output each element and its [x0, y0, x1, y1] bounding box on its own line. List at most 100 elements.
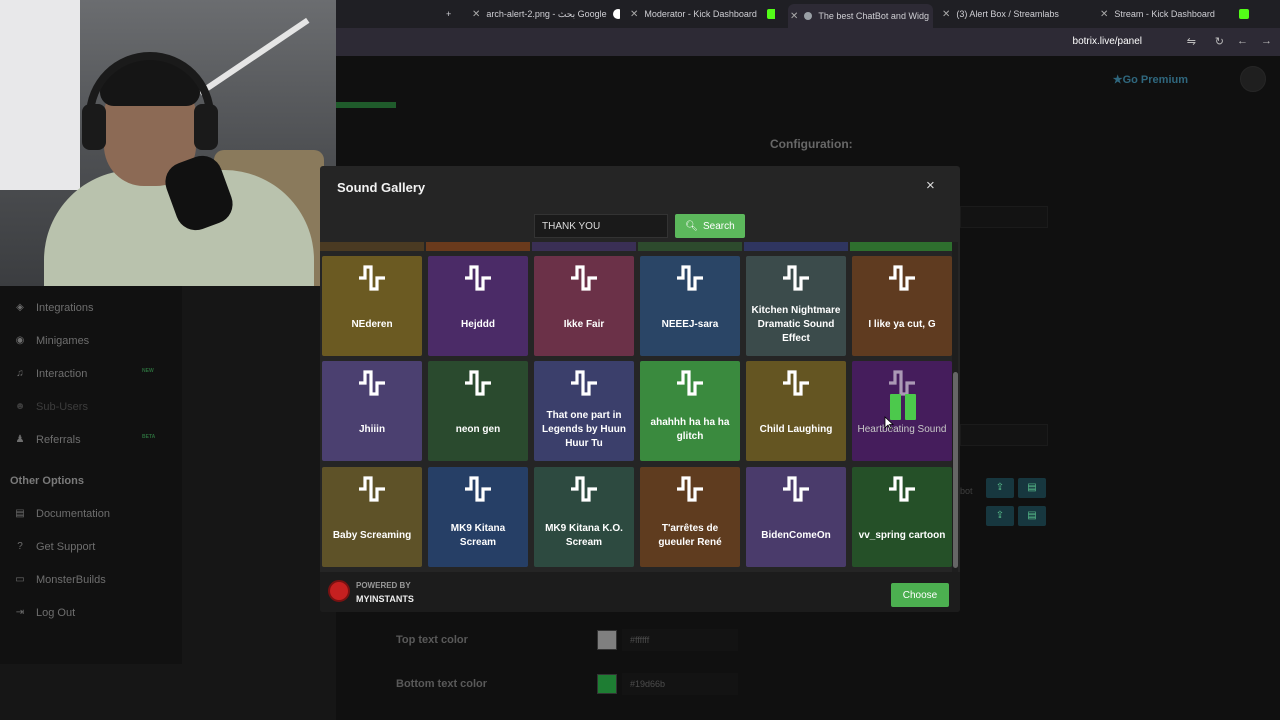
waveform-icon [569, 369, 599, 397]
users-icon: ☻ [14, 401, 26, 412]
sound-name: ahahhh ha ha ha glitch [650, 417, 730, 442]
new-tab-button[interactable]: + [446, 4, 451, 24]
close-tab-icon[interactable]: ✕ [790, 11, 798, 22]
close-tab-icon[interactable]: ✕ [630, 9, 638, 20]
waveform-icon [675, 264, 705, 292]
sound-tile[interactable]: NEEEJ-sara [640, 256, 740, 356]
modal-title: Sound Gallery [337, 180, 426, 195]
user-group-icon: ♟ [15, 434, 25, 445]
sound-tile[interactable]: T'arrêtes de gueuler René [640, 467, 740, 567]
powered-by-label: POWERED BY [356, 581, 411, 590]
layers-icon: ◈ [16, 302, 24, 313]
close-tab-icon[interactable]: ✕ [472, 9, 480, 20]
sound-tile[interactable]: Jhiiin [322, 361, 422, 461]
sound-tile[interactable]: That one part in Legends by Huun Huur Tu [534, 361, 634, 461]
sound-tile[interactable]: Baby Screaming [322, 467, 422, 567]
sidebar-item-referrals[interactable]: ♟ Referrals [14, 434, 81, 446]
waveform-icon [675, 369, 705, 397]
sound-tile-partial[interactable] [320, 242, 424, 251]
sidebar-item-documentation[interactable]: ▤ Documentation [14, 508, 110, 520]
sound-tile[interactable]: neon gen [428, 361, 528, 461]
other-options-heading: Other Options [10, 475, 84, 487]
sound-tile[interactable]: Kitchen Nightmare Dramatic Sound Effect [746, 256, 846, 356]
sound-name: Baby Screaming [332, 530, 412, 541]
new-badge: NEW [142, 368, 154, 374]
waveform-icon [781, 264, 811, 292]
sound-tile[interactable]: BidenComeOn [746, 467, 846, 567]
tab-botrix-active[interactable]: ✕ The best ChatBot and Widg [788, 4, 933, 28]
waveform-icon [463, 264, 493, 292]
close-tab-icon[interactable]: ✕ [1100, 9, 1108, 20]
forward-icon[interactable]: → [1261, 35, 1272, 47]
waveform-icon [357, 264, 387, 292]
sound-name: Kitchen Nightmare Dramatic Sound Effect [751, 305, 841, 344]
sound-tile-partial[interactable] [638, 242, 742, 251]
sound-gallery-modal: Sound Gallery × 🔍︎Search NEderen Hejddd Ik… [320, 166, 960, 612]
sound-name: NEderen [351, 319, 393, 330]
provider-name: MYINSTANTS [356, 594, 414, 604]
sound-name: Child Laughing [759, 424, 833, 435]
sound-name: MK9 Kitana K.O. Scream [545, 523, 623, 548]
url-field[interactable]: botrix.live/panel [1073, 36, 1142, 47]
sidebar-item-integrations[interactable]: ◈ Integrations [14, 302, 93, 314]
sidebar-item-log-out[interactable]: ⇥ Log Out [14, 607, 75, 619]
waveform-icon [887, 264, 917, 292]
google-icon [612, 9, 620, 19]
sound-tile[interactable]: ahahhh ha ha ha glitch [640, 361, 740, 461]
sound-name: Jhiiin [358, 424, 386, 435]
music-icon: ♫ [16, 368, 24, 379]
sound-tile-partial[interactable] [532, 242, 636, 251]
choose-button[interactable]: Choose [891, 583, 949, 607]
waveform-icon [781, 369, 811, 397]
sound-name: vv_spring cartoon [858, 530, 946, 541]
back-icon[interactable]: ← [1237, 35, 1248, 47]
sidebar-item-monsterbuilds[interactable]: ▭ MonsterBuilds [14, 574, 105, 586]
tab-kick-moderator[interactable]: ✕ Moderator - Kick Dashboard [630, 4, 775, 24]
waveform-icon [569, 475, 599, 503]
sidebar-item-minigames[interactable]: ◉ Minigames [14, 335, 90, 347]
sound-tile[interactable]: Ikke Fair [534, 256, 634, 356]
sound-tile[interactable]: Child Laughing [746, 361, 846, 461]
document-icon: ▤ [15, 508, 25, 519]
scrollbar-thumb[interactable] [953, 372, 958, 568]
sound-name: I like ya cut, G [868, 319, 936, 330]
sound-tile-partial[interactable] [426, 242, 530, 251]
tab-kick-stream[interactable]: ✕ Stream - Kick Dashboard [1100, 4, 1250, 24]
sound-name: Hejddd [461, 319, 495, 330]
sound-tile[interactable]: Hejddd [428, 256, 528, 356]
site-settings-icon[interactable]: ⇋ [1187, 35, 1196, 48]
close-icon[interactable]: × [926, 177, 935, 194]
tab-streamlabs[interactable]: ✕ (3) Alert Box / Streamlabs [942, 4, 1072, 24]
search-button[interactable]: 🔍︎ Search [675, 214, 745, 238]
sound-tile[interactable]: MK9 Kitana Scream [428, 467, 528, 567]
tab-google-search[interactable]: ✕ arch-alert-2.png - بحث Google [472, 4, 620, 24]
search-input[interactable] [534, 214, 668, 238]
waveform-icon [463, 475, 493, 503]
waveform-icon [887, 475, 917, 503]
sound-tile[interactable]: NEderen [322, 256, 422, 356]
gamepad-icon: ◉ [15, 335, 25, 346]
sound-tile[interactable]: vv_spring cartoon [852, 467, 952, 567]
close-tab-icon[interactable]: ✕ [942, 9, 950, 20]
sound-name: NEEEJ-sara [661, 319, 719, 330]
sidebar-item-interaction[interactable]: ♫ Interaction [14, 368, 87, 380]
sidebar: ◈ Integrations ◉ Minigames NEW ♫ Interactio… [0, 240, 182, 664]
sound-tile[interactable]: MK9 Kitana K.O. Scream [534, 467, 634, 567]
waveform-icon [675, 475, 705, 503]
webcam-overlay [0, 0, 336, 286]
waveform-icon [887, 369, 917, 397]
sidebar-item-sub-users[interactable]: ☻ Sub-Users [14, 401, 88, 413]
sound-grid: NEderen Hejddd Ikke Fair NEEEJ-sara Kitchen … [320, 242, 960, 572]
reload-icon[interactable]: ↻ [1215, 35, 1224, 48]
modal-footer: POWERED BY MYINSTANTS Choose [320, 572, 960, 612]
sound-name: MK9 Kitana Scream [450, 523, 506, 548]
sidebar-item-get-support[interactable]: ? Get Support [14, 541, 95, 553]
sound-tile-partial[interactable] [744, 242, 848, 251]
sound-tile[interactable]: I like ya cut, G [852, 256, 952, 356]
beta-badge: BETA [142, 434, 156, 440]
logout-icon: ⇥ [15, 607, 25, 618]
myinstants-logo [328, 580, 350, 602]
search-icon: 🔍︎ [685, 220, 698, 232]
sound-tile-partial[interactable] [850, 242, 954, 251]
sound-tile[interactable]: Heartbeating Sound [852, 361, 952, 461]
